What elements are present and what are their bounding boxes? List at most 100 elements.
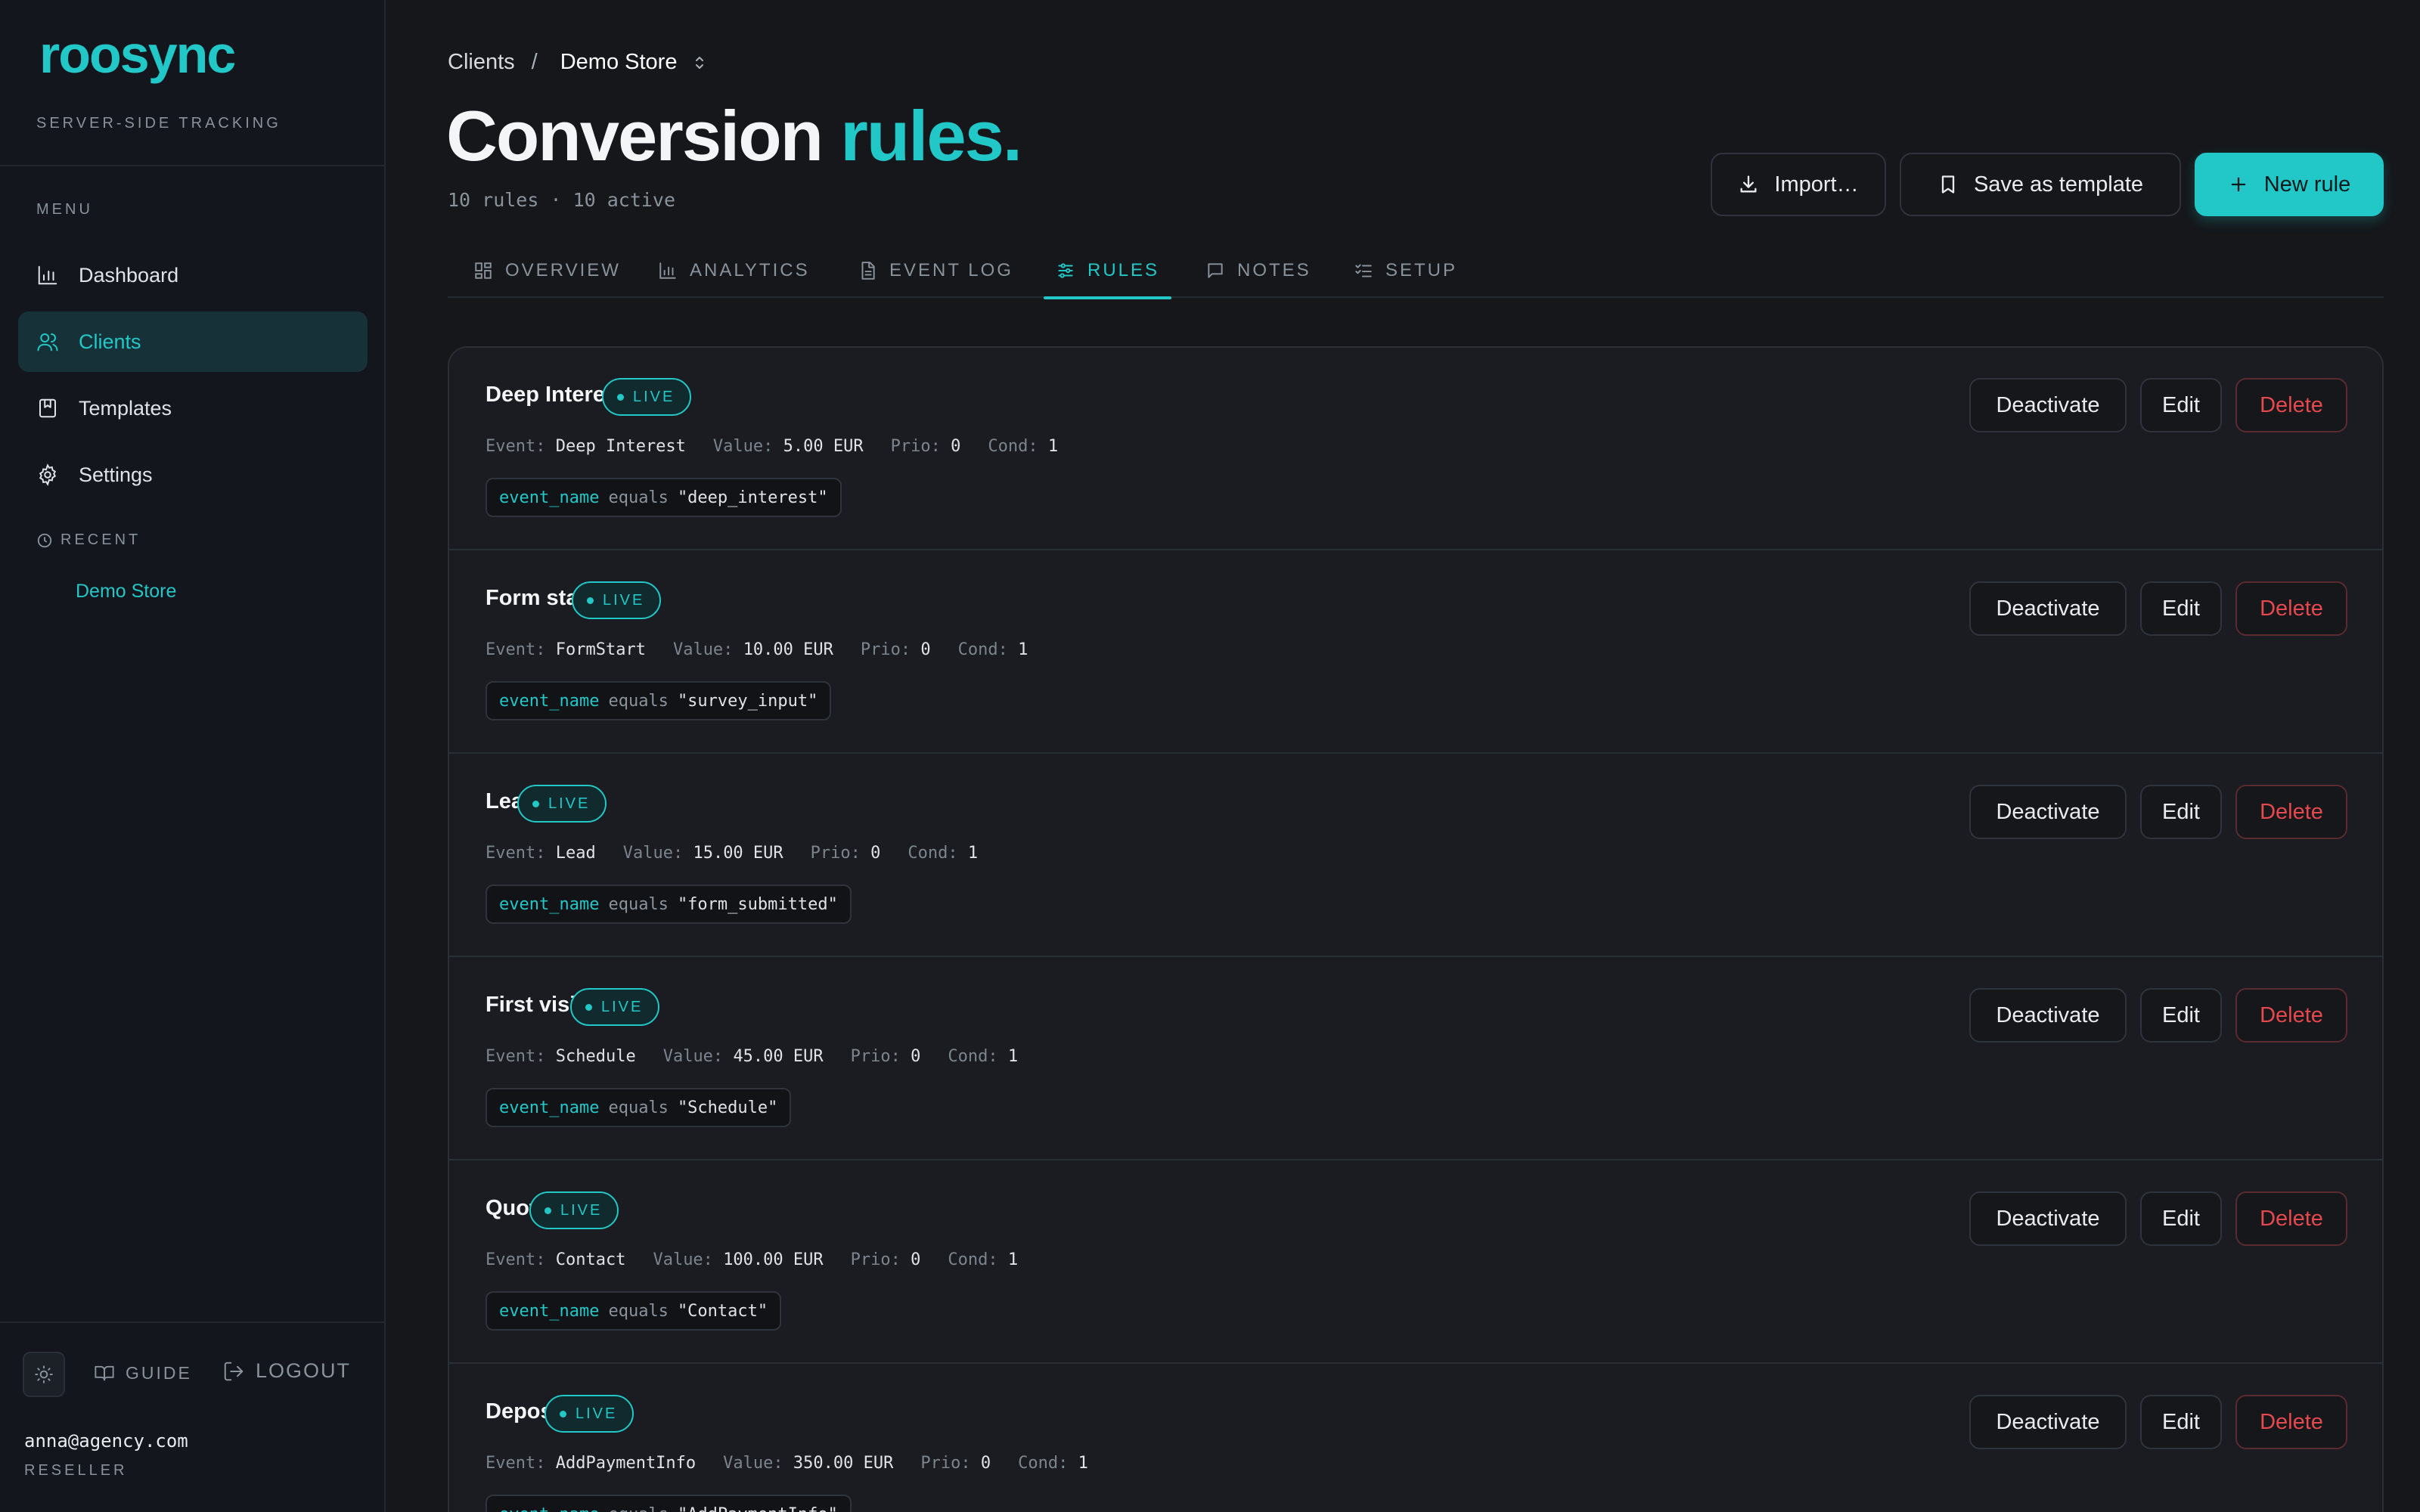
tab-bar: OVERVIEW ANALYTICS EVENT LOG RULES NOTES… — [448, 243, 2384, 299]
brand-logo[interactable]: roosync — [39, 29, 259, 86]
guide-link[interactable]: GUIDE — [94, 1362, 192, 1383]
rule-value: 10.00 EUR — [743, 640, 833, 659]
rule-cond: 1 — [1007, 1250, 1019, 1269]
rule-row: Lead LIVE Event: Lead Value: 15.00 EUR Pri… — [449, 754, 2382, 957]
rule-event: Deep Interest — [555, 437, 686, 456]
tab-rules[interactable]: RULES — [1043, 243, 1172, 299]
message-icon — [1208, 263, 1223, 278]
sidebar-item-settings[interactable]: Settings — [18, 445, 368, 505]
edit-button[interactable]: Edit — [2140, 785, 2222, 839]
rule-meta: Event: AddPaymentInfo Value: 350.00 EUR Pr… — [486, 1454, 1088, 1473]
rule-value: 45.00 EUR — [733, 1047, 824, 1066]
deactivate-button[interactable]: Deactivate — [1969, 785, 2127, 839]
edit-button[interactable]: Edit — [2140, 1191, 2222, 1246]
rule-cond: 1 — [1078, 1454, 1088, 1473]
delete-button[interactable]: Delete — [2235, 1191, 2347, 1246]
sidebar-item-label: Clients — [79, 330, 141, 353]
delete-button[interactable]: Delete — [2235, 1395, 2347, 1449]
rule-name: First visit — [486, 993, 583, 1017]
breadcrumb-current-client[interactable]: Demo Store — [560, 50, 678, 75]
menu-label: MENU — [36, 201, 93, 218]
rules-list: Deep Interest LIVE Event: Deep Interest V… — [448, 346, 2384, 1512]
rule-value: 350.00 EUR — [793, 1454, 894, 1473]
sidebar-item-label: Settings — [79, 463, 153, 486]
sidebar-bottom-divider — [0, 1321, 384, 1323]
sidebar-item-dashboard[interactable]: Dashboard — [18, 245, 368, 305]
rule-cond: 1 — [1007, 1047, 1019, 1066]
deactivate-button[interactable]: Deactivate — [1969, 378, 2127, 432]
tab-setup[interactable]: SETUP — [1354, 243, 1457, 298]
theme-toggle-button[interactable] — [23, 1352, 65, 1397]
sliders-icon — [1058, 263, 1073, 278]
rule-prio: 0 — [911, 1047, 921, 1066]
rule-condition: event_name equals "Schedule" — [486, 1088, 792, 1127]
user-role: RESELLER — [24, 1462, 128, 1479]
live-dot-icon — [532, 800, 539, 807]
deactivate-button[interactable]: Deactivate — [1969, 988, 2127, 1043]
delete-button[interactable]: Delete — [2235, 785, 2347, 839]
recent-item-demo-store[interactable]: Demo Store — [76, 581, 176, 603]
live-dot-icon — [544, 1207, 551, 1214]
sidebar-item-clients[interactable]: Clients — [18, 311, 368, 372]
edit-button[interactable]: Edit — [2140, 988, 2222, 1043]
bar-chart-icon — [659, 262, 676, 279]
live-status-badge: LIVE — [602, 378, 692, 416]
rule-meta: Event: Contact Value: 100.00 EUR Prio: 0 Co… — [486, 1250, 1019, 1269]
recent-label: RECENT — [36, 531, 141, 549]
delete-button[interactable]: Delete — [2235, 378, 2347, 432]
rule-event: Schedule — [555, 1047, 636, 1066]
brand-tagline: SERVER-SIDE TRACKING — [36, 115, 281, 132]
rule-meta: Event: Deep Interest Value: 5.00 EUR Prio:… — [486, 437, 1059, 456]
chevron-up-down-icon[interactable] — [690, 54, 709, 72]
live-status-badge: LIVE — [544, 1395, 634, 1433]
clock-icon — [37, 533, 52, 547]
sidebar: roosync SERVER-SIDE TRACKING MENU Dashbo… — [0, 0, 386, 1512]
deactivate-button[interactable]: Deactivate — [1969, 1395, 2127, 1449]
breadcrumb-clients[interactable]: Clients — [448, 50, 515, 75]
logout-icon — [224, 1362, 244, 1380]
rule-event: FormStart — [555, 640, 646, 659]
document-icon — [861, 262, 875, 280]
svg-text:roosync: roosync — [39, 29, 234, 84]
rule-row: Quote LIVE Event: Contact Value: 100.00 E… — [449, 1161, 2382, 1364]
rules-summary: 10 rules · 10 active — [448, 189, 676, 211]
import-button[interactable]: Import… — [1711, 153, 1886, 216]
live-status-badge: LIVE — [570, 988, 660, 1026]
deactivate-button[interactable]: Deactivate — [1969, 581, 2127, 636]
sidebar-divider — [0, 165, 384, 166]
deactivate-button[interactable]: Deactivate — [1969, 1191, 2127, 1246]
delete-button[interactable]: Delete — [2235, 988, 2347, 1043]
rule-row: Deposit LIVE Event: AddPaymentInfo Value:… — [449, 1365, 2382, 1512]
delete-button[interactable]: Delete — [2235, 581, 2347, 636]
bar-chart-icon — [38, 265, 57, 285]
save-as-template-button[interactable]: Save as template — [1900, 153, 2181, 216]
edit-button[interactable]: Edit — [2140, 1395, 2222, 1449]
edit-button[interactable]: Edit — [2140, 581, 2222, 636]
sidebar-item-templates[interactable]: Templates — [18, 378, 368, 438]
rule-cond: 1 — [1018, 640, 1028, 659]
rule-condition: event_name equals "form_submitted" — [486, 885, 852, 924]
book-open-icon — [95, 1365, 114, 1381]
rule-condition: event_name equals "Contact" — [486, 1291, 782, 1331]
tab-notes[interactable]: NOTES — [1205, 243, 1311, 298]
rule-meta: Event: Schedule Value: 45.00 EUR Prio: 0 Co… — [486, 1047, 1019, 1066]
rule-event: Contact — [555, 1250, 626, 1269]
live-dot-icon — [617, 393, 624, 401]
edit-button[interactable]: Edit — [2140, 378, 2222, 432]
rule-row: Deep Interest LIVE Event: Deep Interest V… — [449, 348, 2382, 550]
tab-event-log[interactable]: EVENT LOG — [858, 243, 1013, 298]
tab-analytics[interactable]: ANALYTICS — [658, 243, 810, 298]
bookmark-icon — [1941, 175, 1955, 194]
logout-button[interactable]: LOGOUT — [222, 1359, 351, 1383]
bookmark-book-icon — [39, 398, 56, 418]
rule-prio: 0 — [980, 1454, 991, 1473]
rule-condition: event_name equals "survey_input" — [486, 681, 832, 720]
user-email: anna@agency.com — [24, 1430, 188, 1452]
tab-overview[interactable]: OVERVIEW — [473, 243, 621, 298]
breadcrumb: Clients / Demo Store — [448, 50, 709, 75]
rule-prio: 0 — [920, 640, 931, 659]
new-rule-button[interactable]: New rule — [2195, 153, 2384, 216]
live-dot-icon — [560, 1410, 566, 1418]
rule-row: Form start LIVE Event: FormStart Value: 1… — [449, 551, 2382, 754]
rule-condition: event_name equals "deep_interest" — [486, 478, 842, 517]
